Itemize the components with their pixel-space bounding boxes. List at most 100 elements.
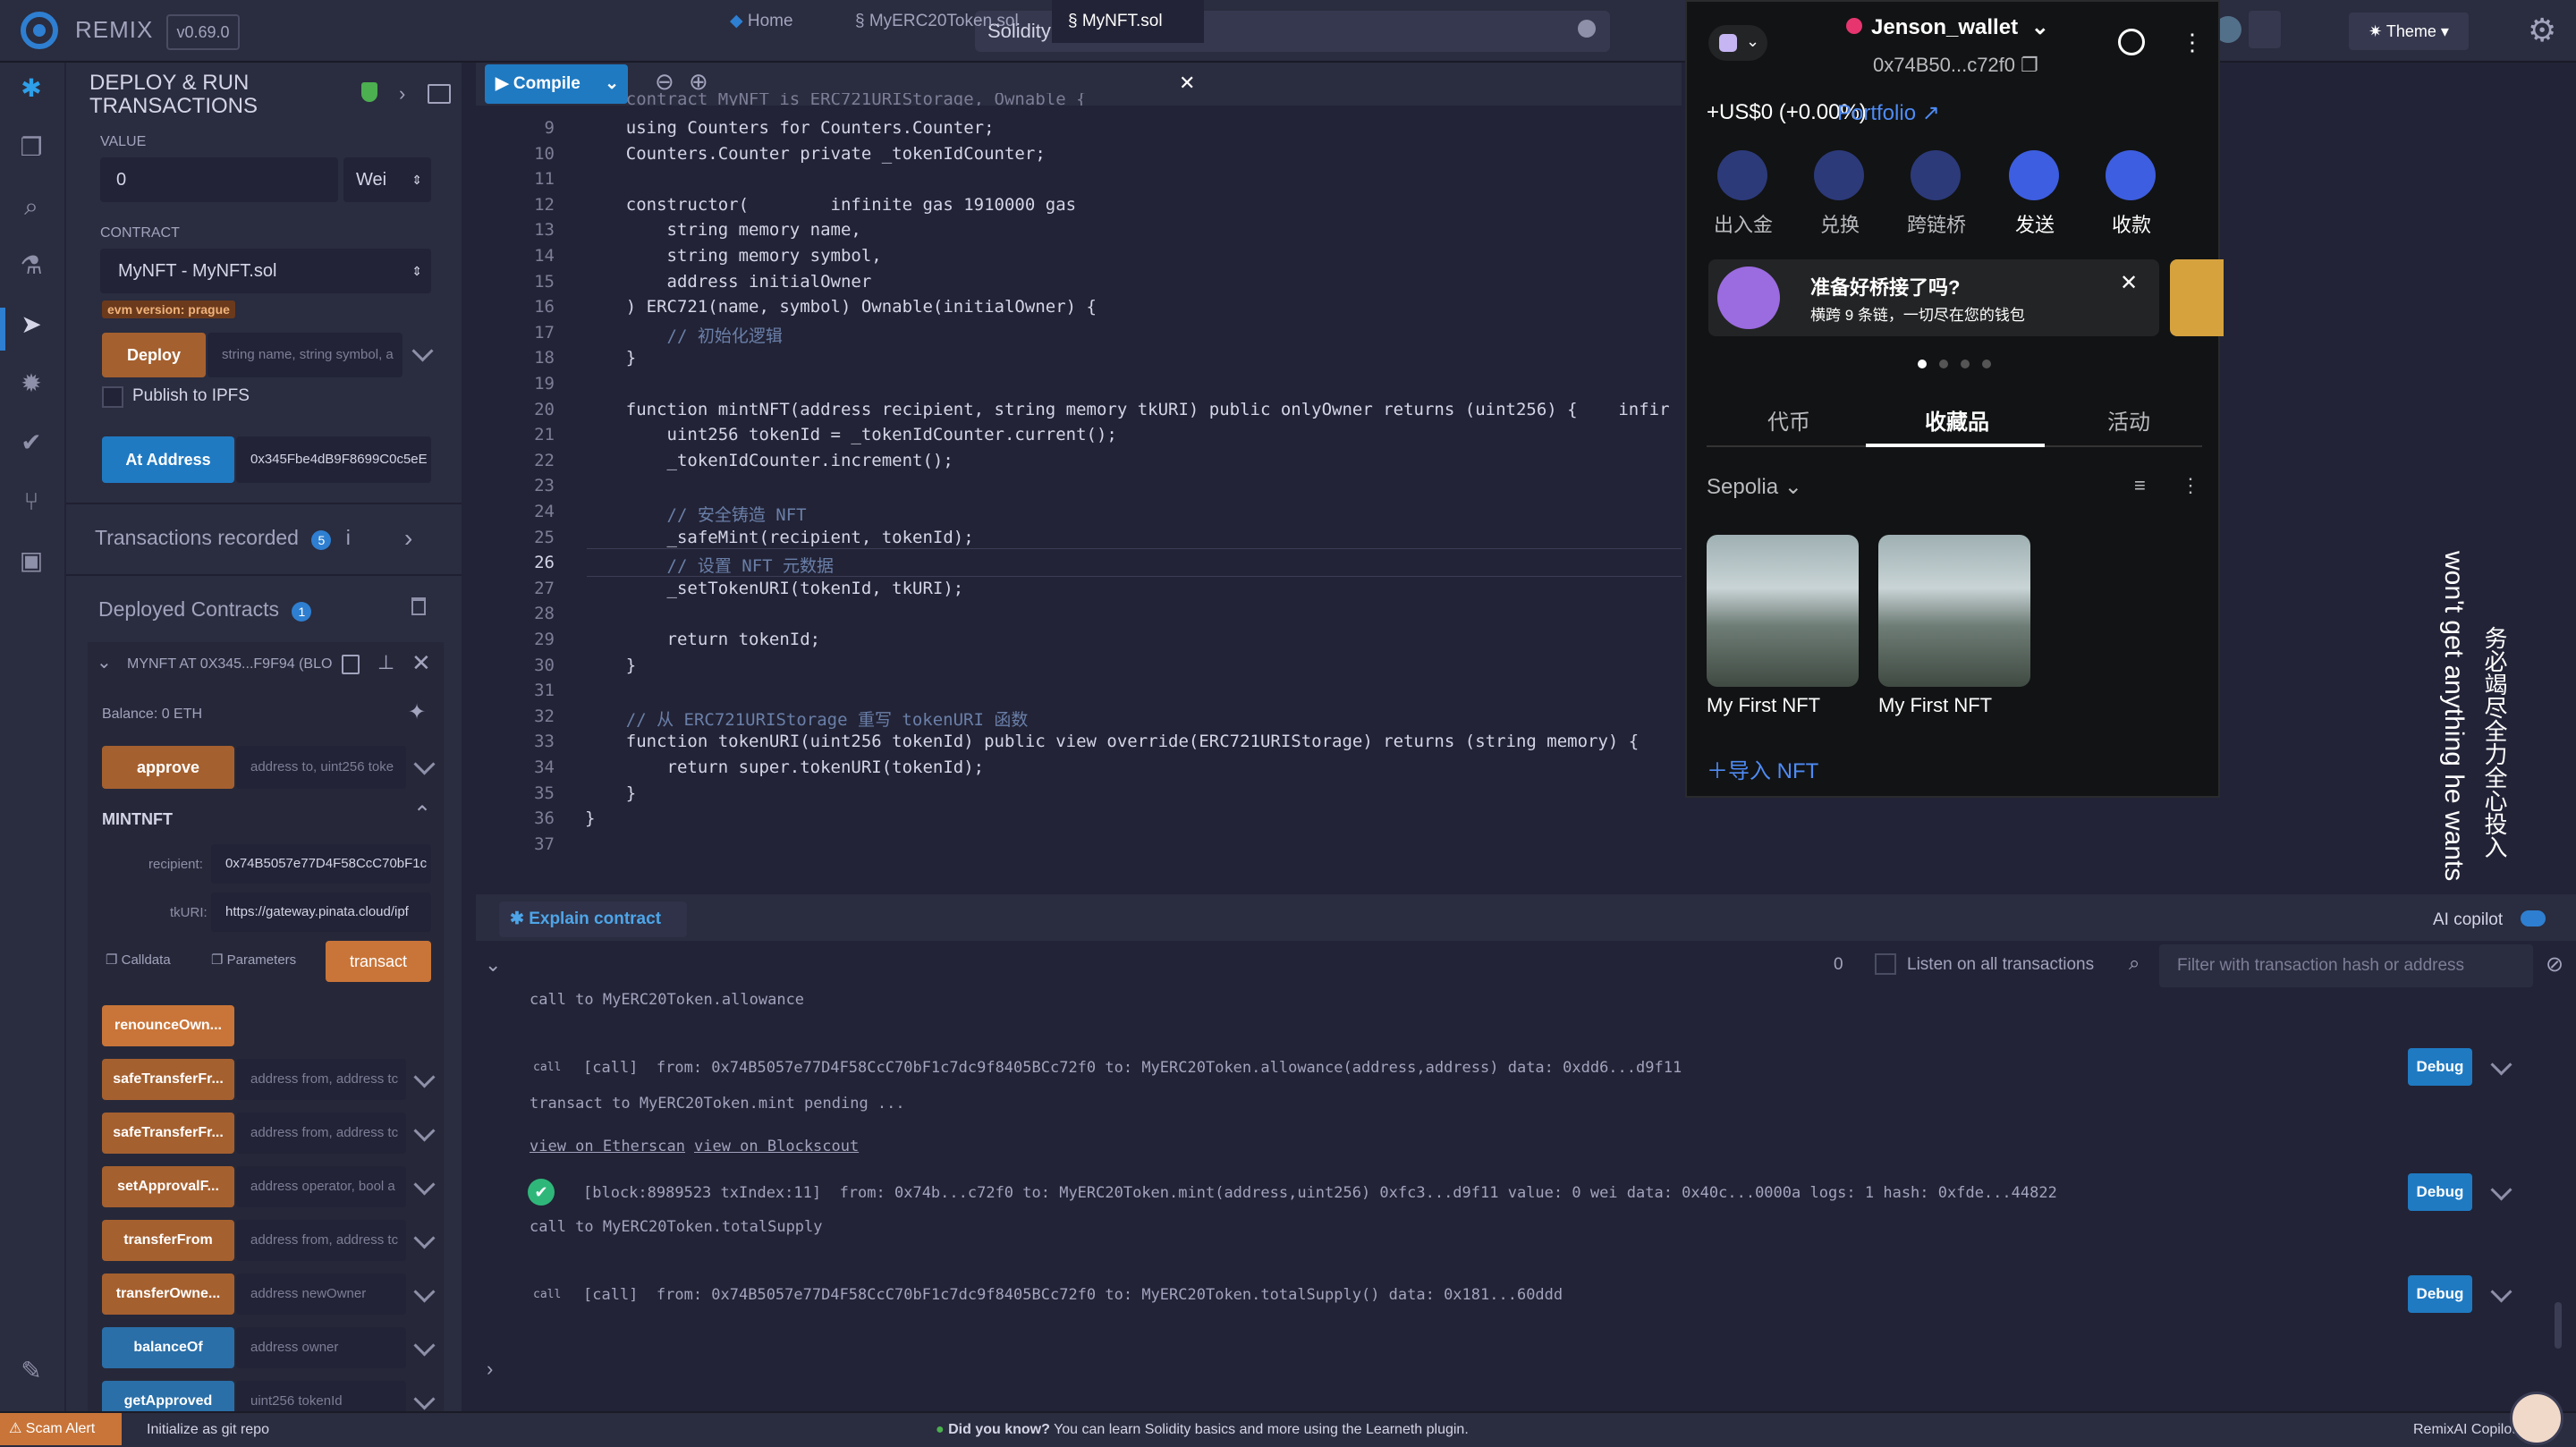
blockscout-link[interactable]: view on Blockscout — [694, 1138, 859, 1155]
debug-button[interactable]: Debug — [2408, 1173, 2472, 1211]
approve-params-input[interactable]: address to, uint256 toke — [236, 746, 406, 789]
chevron-right-icon[interactable]: › — [404, 524, 412, 553]
debug-button[interactable]: Debug — [2408, 1275, 2472, 1313]
debugger-icon[interactable]: ✹ — [16, 368, 47, 399]
plugin-manager-icon[interactable]: ▣ — [16, 546, 47, 576]
close-tab-icon[interactable]: ✕ — [1179, 72, 1195, 95]
recipient-input[interactable]: 0x74B5057e77D4F58CcC70bF1c — [211, 844, 431, 884]
wallet-address[interactable]: 0x74B50...c72f0 ❐ — [1873, 54, 2038, 77]
code-line[interactable]: _setTokenURI(tokenId, tkURI); — [585, 579, 964, 598]
import-nft-link[interactable]: ＋导入 NFT — [1707, 753, 1818, 784]
code-line[interactable]: string memory name, — [585, 220, 861, 240]
close-banner-icon[interactable]: ✕ — [2120, 270, 2138, 296]
testing-icon[interactable]: ✔ — [16, 427, 47, 458]
clear-terminal-icon[interactable]: ⊘ — [2546, 952, 2563, 977]
code-line[interactable]: return tokenId; — [585, 630, 821, 649]
function-params-input[interactable]: address owner — [236, 1327, 406, 1368]
parameters-button[interactable]: ❐ Parameters — [211, 952, 296, 968]
copy-icon[interactable] — [342, 655, 360, 674]
code-line[interactable]: } — [585, 808, 595, 828]
function-params-input[interactable]: address from, address tc — [236, 1220, 406, 1261]
theme-button[interactable]: ✷ Theme ▾ — [2349, 13, 2469, 50]
instance-name[interactable]: MYNFT AT 0X345...F9F94 (BLO — [127, 656, 332, 673]
close-icon[interactable]: ✕ — [411, 649, 431, 677]
code-line[interactable]: } — [585, 656, 636, 675]
code-line[interactable]: // 安全铸造 NFT — [585, 502, 807, 526]
tab-myerc20[interactable]: § MyERC20Token.sol — [855, 0, 1019, 43]
deploy-params-input[interactable]: string name, string symbol, a — [208, 333, 402, 377]
function-button[interactable]: balanceOf — [102, 1327, 234, 1368]
chevron-up-icon[interactable]: ⌃ — [413, 801, 431, 827]
contract-select[interactable]: MyNFT - MyNFT.sol ⇕ — [100, 249, 431, 293]
code-line[interactable]: function mintNFT(address recipient, stri… — [585, 400, 1670, 419]
ai-plugin-icon[interactable]: ✱ — [16, 73, 47, 104]
code-line[interactable]: _safeMint(recipient, tokenId); — [585, 528, 974, 547]
more-options-icon[interactable]: ⋮ — [2181, 29, 2204, 56]
code-line[interactable]: function tokenURI(uint256 tokenId) publi… — [585, 732, 1639, 751]
code-line[interactable]: ) ERC721(name, symbol) Ownable(initialOw… — [585, 297, 1097, 317]
code-line[interactable]: _tokenIdCounter.increment(); — [585, 451, 953, 470]
tkuri-input[interactable]: https://gateway.pinata.cloud/ipf — [211, 893, 431, 932]
chevron-right-icon[interactable]: › — [399, 82, 405, 106]
git-init-label[interactable]: Initialize as git repo — [147, 1422, 269, 1438]
bridge-icon[interactable] — [1911, 150, 1961, 200]
code-line[interactable]: // 初始化逻辑 — [585, 323, 783, 347]
code-line[interactable]: constructor( infinite gas 1910000 gas — [585, 195, 1076, 215]
function-button[interactable]: setApprovalF... — [102, 1166, 234, 1207]
chevron-down-icon[interactable]: ⌄ — [97, 651, 112, 673]
terminal-scrollbar[interactable] — [2555, 1302, 2562, 1349]
code-line[interactable]: address initialOwner — [585, 272, 872, 292]
code-line[interactable]: } — [585, 348, 636, 368]
function-params-input[interactable]: address newOwner — [236, 1274, 406, 1315]
function-params-input[interactable]: address from, address tc — [236, 1113, 406, 1154]
function-button[interactable]: transferFrom — [102, 1220, 234, 1261]
function-button[interactable]: renounceOwn... — [102, 1005, 234, 1046]
function-button[interactable]: transferOwne... — [102, 1274, 234, 1315]
buy-sell-icon[interactable] — [1717, 150, 1767, 200]
action-receive-label[interactable]: 收款 — [2082, 209, 2181, 238]
deploy-button[interactable]: Deploy — [102, 333, 206, 377]
code-line[interactable]: string memory symbol, — [585, 246, 882, 266]
file-explorer-icon[interactable]: ❐ — [16, 132, 47, 163]
code-line[interactable]: } — [585, 783, 636, 803]
code-line[interactable]: // 从 ERC721URIStorage 重写 tokenURI 函数 — [585, 707, 1029, 731]
sparkle-icon[interactable]: ✦ — [408, 699, 426, 725]
search-icon[interactable]: ⌕ — [16, 191, 47, 222]
code-line[interactable]: // 设置 NFT 元数据 — [585, 553, 835, 577]
remix-logo-icon[interactable] — [16, 9, 63, 52]
filter-input[interactable]: Filter with transaction hash or address — [2159, 944, 2533, 987]
code-line[interactable]: using Counters for Counters.Counter; — [585, 118, 995, 138]
tab-collectibles[interactable]: 收藏品 — [1868, 404, 2046, 436]
at-address-button[interactable]: At Address — [102, 436, 234, 483]
action-buy-sell-label[interactable]: 出入金 — [1694, 209, 1792, 238]
trash-icon[interactable] — [411, 597, 426, 615]
terminal-prompt[interactable]: › — [487, 1358, 493, 1381]
search-clear-icon[interactable] — [1578, 20, 1596, 38]
scam-alert-button[interactable]: ⚠ Scam Alert — [0, 1413, 122, 1445]
account-selector[interactable]: Jenson_wallet ⌄ — [1846, 14, 2049, 40]
zoom-out-icon[interactable]: ⊖ — [655, 68, 674, 96]
dock-panel-icon[interactable] — [428, 84, 451, 104]
ai-copilot-toggle[interactable] — [2521, 910, 2546, 927]
plugin-settings-icon[interactable]: ✎ — [16, 1356, 47, 1386]
more-options-icon[interactable]: ⋮ — [2181, 474, 2200, 497]
portfolio-link[interactable]: Portfolio ↗ — [1837, 100, 1940, 126]
function-button[interactable]: safeTransferFr... — [102, 1059, 234, 1100]
at-address-input[interactable]: 0x345Fbe4dB9F8699C0c5eE — [236, 436, 431, 483]
tab-activity[interactable]: 活动 — [2027, 404, 2231, 436]
action-swap-label[interactable]: 兑换 — [1791, 209, 1889, 238]
listen-checkbox[interactable] — [1875, 953, 1896, 975]
pin-icon[interactable]: ⊥ — [377, 651, 394, 674]
function-params-input[interactable]: address operator, bool a — [236, 1166, 406, 1207]
publish-ipfs-checkbox[interactable] — [102, 386, 123, 408]
transactions-recorded[interactable]: Transactions recorded 5 i — [95, 526, 351, 550]
function-params-input[interactable]: address from, address tc — [236, 1059, 406, 1100]
code-line[interactable]: return super.tokenURI(tokenId); — [585, 757, 985, 777]
action-bridge-label[interactable]: 跨链桥 — [1887, 209, 1986, 238]
filter-icon[interactable]: ≡ — [2134, 474, 2146, 497]
carousel-dots[interactable] — [1918, 360, 1991, 370]
function-button[interactable]: safeTransferFr... — [102, 1113, 234, 1154]
debug-button[interactable]: Debug — [2408, 1048, 2472, 1086]
calldata-button[interactable]: ❐ Calldata — [106, 952, 171, 968]
code-line[interactable]: Counters.Counter private _tokenIdCounter… — [585, 144, 1046, 164]
